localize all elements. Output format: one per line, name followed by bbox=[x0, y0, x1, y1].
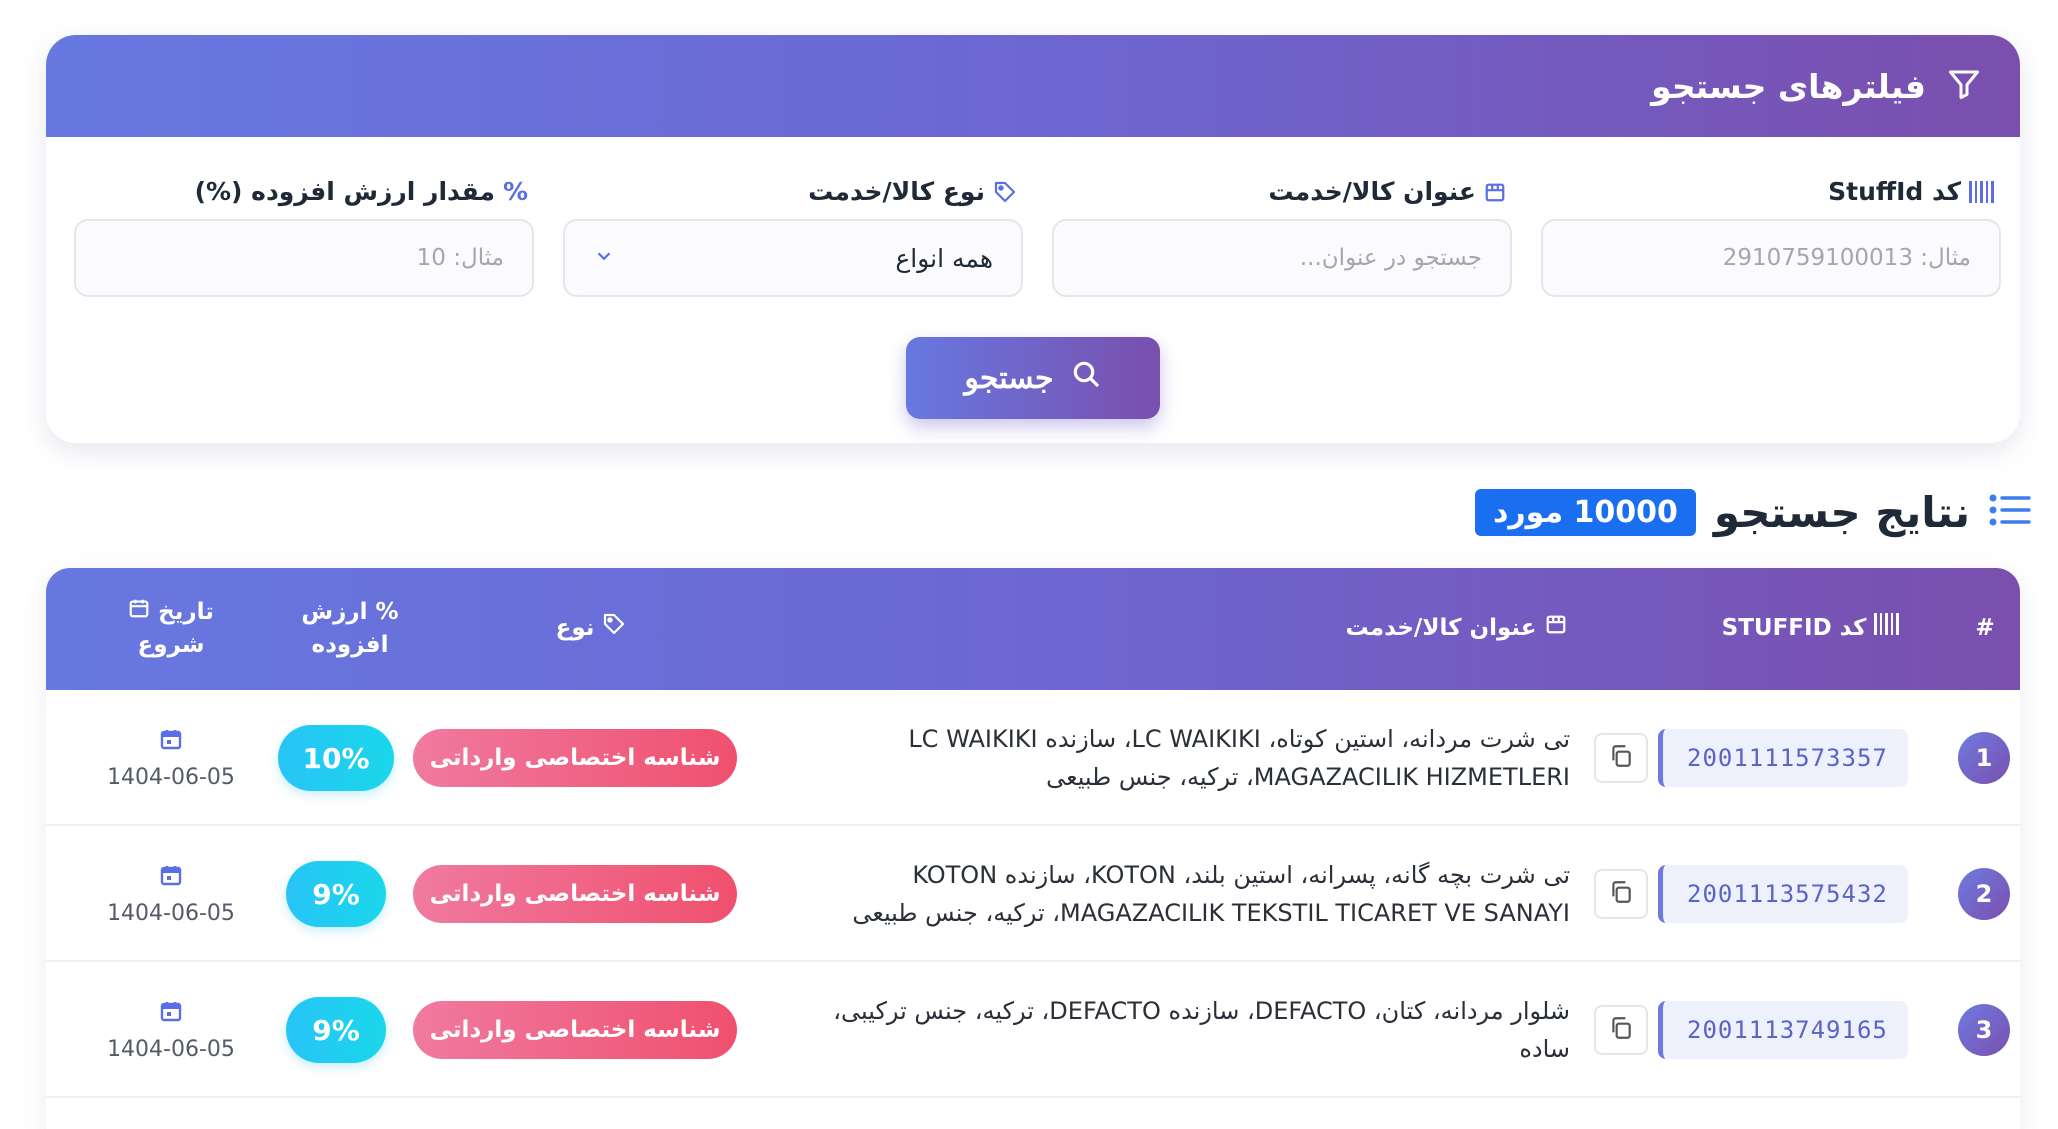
th-code: کد STUFFID bbox=[1696, 568, 1926, 690]
results-title: نتایج جستجو bbox=[1713, 487, 1970, 537]
vat-label: % مقدار ارزش افزوده (%) bbox=[194, 177, 528, 206]
item-title: تی شرت مردانه، استین کوتاه، LC WAIKIKI، … bbox=[908, 724, 1570, 791]
vat-input[interactable]: مثال: 10 bbox=[74, 219, 534, 297]
table-row: 3 2001113749165 شلوار مردانه، کتان، DEFA… bbox=[46, 962, 2020, 1098]
title-cell: شلوار مردانه، کتان، DEFACTO، سازنده DEFA… bbox=[786, 962, 1570, 1098]
search-button[interactable]: جستجو bbox=[906, 337, 1160, 419]
date-cell: 1404-06-05 bbox=[86, 690, 256, 826]
th-date: تاریخ شروع bbox=[86, 568, 256, 690]
stuffid-label: کد StuffId bbox=[1828, 177, 1995, 206]
row-number-badge: 1 bbox=[1958, 732, 2010, 784]
code-cell: 2001113575432 bbox=[1658, 826, 1908, 962]
chevron-down-icon bbox=[593, 244, 615, 273]
th-title: عنوان کالا/خدمت bbox=[1306, 568, 1606, 690]
stuffid-code[interactable]: 2001113749165 bbox=[1658, 1001, 1908, 1059]
box-icon bbox=[1545, 612, 1567, 645]
filter-card: فیلترهای جستجو کد StuffId مثال: 29107591… bbox=[46, 35, 2020, 443]
copy-icon bbox=[1608, 1015, 1634, 1045]
vat-badge: 9% bbox=[286, 861, 386, 927]
search-icon bbox=[1070, 358, 1102, 398]
row-number-cell: 1 bbox=[1958, 690, 2010, 826]
type-label: نوع کالا/خدمت bbox=[808, 177, 1017, 206]
list-icon bbox=[1988, 490, 2032, 534]
results-table: # کد STUFFID عنوان کالا/خدمت نوع % ارزش … bbox=[46, 568, 2020, 1129]
table-row: 2 2001113575432 تی شرت بچه گانه، پسرانه،… bbox=[46, 826, 2020, 962]
title-cell: تی شرت مردانه، استین کوتاه، LC WAIKIKI، … bbox=[786, 690, 1570, 826]
title-search-input[interactable]: جستجو در عنوان... bbox=[1052, 219, 1512, 297]
calendar-icon bbox=[159, 863, 183, 891]
stuffid-input[interactable]: مثال: 2910759100013 bbox=[1541, 219, 2001, 297]
type-select[interactable]: همه انواع bbox=[563, 219, 1023, 297]
type-badge: شناسه اختصاصی وارداتی bbox=[413, 865, 737, 923]
page: فیلترهای جستجو کد StuffId مثال: 29107591… bbox=[0, 0, 2058, 1129]
vat-cell: 9% bbox=[246, 962, 426, 1098]
type-cell: شناسه اختصاصی وارداتی bbox=[413, 826, 737, 962]
calendar-icon bbox=[128, 596, 150, 629]
results-heading: نتایج جستجو 10000 مورد bbox=[1469, 484, 2032, 540]
item-title: شلوار مردانه، کتان، DEFACTO، سازنده DEFA… bbox=[833, 996, 1570, 1063]
barcode-icon bbox=[1874, 612, 1900, 645]
table-body: 1 2001111573357 تی شرت مردانه، استین کوت… bbox=[46, 690, 2020, 1098]
filter-title: فیلترهای جستجو bbox=[1651, 66, 1926, 106]
code-cell: 2001113749165 bbox=[1658, 962, 1908, 1098]
type-cell: شناسه اختصاصی وارداتی bbox=[413, 690, 737, 826]
row-number-badge: 2 bbox=[1958, 868, 2010, 920]
results-count-badge: 10000 مورد bbox=[1475, 488, 1696, 536]
type-badge: شناسه اختصاصی وارداتی bbox=[413, 729, 737, 787]
stuffid-code[interactable]: 2001113575432 bbox=[1658, 865, 1908, 923]
th-vat: % ارزش افزوده bbox=[301, 598, 399, 658]
row-number-cell: 3 bbox=[1958, 962, 2010, 1098]
copy-cell bbox=[1594, 826, 1648, 962]
tag-icon bbox=[602, 612, 626, 646]
type-select-value: همه انواع bbox=[895, 243, 993, 273]
copy-button[interactable] bbox=[1594, 1005, 1648, 1055]
th-num: # bbox=[1975, 615, 1995, 642]
title-label: عنوان کالا/خدمت bbox=[1268, 177, 1506, 206]
copy-cell bbox=[1594, 690, 1648, 826]
copy-button[interactable] bbox=[1594, 869, 1648, 919]
stuffid-code[interactable]: 2001111573357 bbox=[1658, 729, 1908, 787]
table-row: 1 2001111573357 تی شرت مردانه، استین کوت… bbox=[46, 690, 2020, 826]
date-cell: 1404-06-05 bbox=[86, 962, 256, 1098]
row-number-cell: 2 bbox=[1958, 826, 2010, 962]
percent-icon: % bbox=[502, 177, 528, 206]
copy-button[interactable] bbox=[1594, 733, 1648, 783]
barcode-icon bbox=[1969, 180, 1995, 203]
copy-icon bbox=[1608, 879, 1634, 909]
code-cell: 2001111573357 bbox=[1658, 690, 1908, 826]
vat-cell: 10% bbox=[246, 690, 426, 826]
date-cell: 1404-06-05 bbox=[86, 826, 256, 962]
title-cell: تی شرت بچه گانه، پسرانه، استین بلند، KOT… bbox=[786, 826, 1570, 962]
vat-badge: 10% bbox=[278, 725, 394, 791]
th-type: نوع bbox=[516, 568, 666, 690]
copy-cell bbox=[1594, 962, 1648, 1098]
filter-fields: کد StuffId مثال: 2910759100013 عنوان کال… bbox=[46, 137, 2020, 337]
row-number-badge: 3 bbox=[1958, 1004, 2010, 1056]
calendar-icon bbox=[159, 727, 183, 755]
copy-icon bbox=[1608, 743, 1634, 773]
calendar-icon bbox=[159, 999, 183, 1027]
filter-header: فیلترهای جستجو bbox=[46, 35, 2020, 137]
filter-icon bbox=[1946, 66, 1982, 106]
table-header: # کد STUFFID عنوان کالا/خدمت نوع % ارزش … bbox=[46, 568, 2020, 690]
vat-badge: 9% bbox=[286, 997, 386, 1063]
type-cell: شناسه اختصاصی وارداتی bbox=[413, 962, 737, 1098]
search-button-label: جستجو bbox=[964, 361, 1054, 395]
type-badge: شناسه اختصاصی وارداتی bbox=[413, 1001, 737, 1059]
start-date: 1404-06-05 bbox=[107, 900, 235, 926]
item-title: تی شرت بچه گانه، پسرانه، استین بلند، KOT… bbox=[852, 860, 1570, 927]
start-date: 1404-06-05 bbox=[107, 1036, 235, 1062]
tag-icon bbox=[993, 180, 1017, 204]
box-icon bbox=[1484, 181, 1506, 203]
start-date: 1404-06-05 bbox=[107, 764, 235, 790]
vat-cell: 9% bbox=[246, 826, 426, 962]
